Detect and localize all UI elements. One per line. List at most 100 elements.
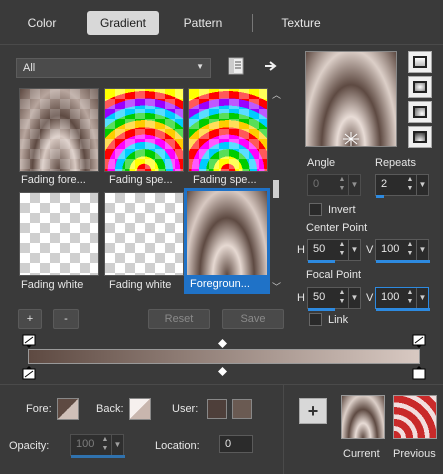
focal-h-label: H [297, 292, 305, 304]
center-h-spinner[interactable]: 50 ▲ ▼ ▼ [307, 239, 361, 263]
save-button[interactable]: Save [222, 309, 284, 329]
back-label: Back: [96, 403, 124, 415]
chevron-down-icon[interactable]: ▼ [416, 288, 428, 308]
focal-point-marker-icon[interactable] [340, 130, 362, 148]
browse-presets-icon[interactable] [228, 57, 244, 75]
invert-checkbox[interactable] [309, 203, 322, 216]
focal-v-slider-bar[interactable] [376, 308, 430, 311]
tab-gradient[interactable]: Gradient [87, 11, 159, 35]
reset-button[interactable]: Reset [148, 309, 210, 329]
style-linear-button[interactable] [408, 51, 432, 73]
focal-h-slider-bar[interactable] [308, 308, 335, 311]
preset-thumbnail[interactable] [19, 192, 99, 276]
angle-spinner[interactable]: 0 ▲ ▼ ▼ [307, 174, 361, 196]
user-label: User: [172, 403, 199, 415]
category-dropdown[interactable]: All ▼ [16, 58, 211, 78]
location-label: Location: [155, 440, 200, 452]
separator [0, 44, 443, 45]
preset-caption: Fading spe... [193, 174, 257, 186]
preset-thumbnail[interactable] [19, 88, 99, 172]
spin-arrows-icon[interactable]: ▲ ▼ [336, 175, 348, 195]
chevron-down-icon[interactable]: ▼ [111, 435, 123, 455]
spin-arrows-icon[interactable]: ▲ ▼ [336, 288, 348, 308]
preset-thumbnail[interactable] [104, 192, 184, 276]
preset-thumbnail[interactable] [104, 88, 184, 172]
start-opacity-stop-icon[interactable] [22, 334, 36, 348]
preset-scrollbar[interactable]: ︿ ﹀ [270, 88, 282, 294]
chevron-down-icon[interactable]: ▼ [348, 288, 360, 308]
focal-v-value: 100 [381, 291, 400, 303]
bottom-vsep [283, 385, 284, 474]
spin-arrows-icon[interactable]: ▲ ▼ [99, 435, 111, 455]
center-h-value: 50 [313, 243, 326, 255]
remove-preset-button[interactable]: - [53, 309, 79, 329]
angle-value: 0 [313, 178, 320, 190]
location-input[interactable]: 0 [219, 435, 253, 453]
end-color-stop-icon[interactable] [412, 366, 426, 380]
spin-arrows-icon[interactable]: ▲ ▼ [404, 288, 416, 308]
add-swatch-button[interactable]: + [299, 398, 327, 424]
center-v-spinner[interactable]: 100 ▲ ▼ ▼ [375, 239, 430, 263]
scroll-up-icon[interactable]: ︿ [272, 88, 281, 101]
arrow-right-icon[interactable] [264, 59, 278, 73]
category-value: All [23, 62, 36, 74]
center-v-label: V [366, 244, 374, 256]
midpoint-marker-icon[interactable] [218, 339, 227, 348]
spin-arrows-icon[interactable]: ▲ ▼ [404, 175, 416, 195]
repeats-label: Repeats [375, 157, 416, 169]
scroll-down-icon[interactable]: ﹀ [272, 280, 281, 293]
center-h-label: H [297, 244, 305, 256]
tab-color[interactable]: Color [12, 11, 72, 35]
gradient-editor [22, 334, 426, 382]
back-swatch[interactable] [129, 398, 151, 420]
chevron-down-icon[interactable]: ▼ [416, 240, 428, 260]
style-radial-button[interactable] [408, 126, 432, 148]
preset-caption: Fading fore... [21, 174, 86, 186]
fore-swatch[interactable] [57, 398, 79, 420]
focal-v-spinner[interactable]: 100 ▲ ▼ ▼ [375, 287, 430, 311]
repeats-slider-bar[interactable] [376, 195, 384, 198]
preset-selected-highlight[interactable]: Foregroun... [184, 188, 272, 294]
chevron-down-icon: ▼ [196, 62, 204, 71]
start-color-stop-icon[interactable] [22, 366, 36, 380]
gradient-preview[interactable] [305, 51, 397, 147]
invert-label[interactable]: Invert [328, 204, 356, 216]
user-color-swatch-2[interactable] [232, 399, 252, 419]
preset-caption: Foregroun... [190, 278, 250, 290]
link-label[interactable]: Link [328, 314, 348, 326]
current-label: Current [343, 448, 380, 460]
opacity-label: Opacity: [9, 440, 50, 452]
chevron-down-icon[interactable]: ▼ [348, 175, 360, 195]
opacity-slider-bar[interactable] [71, 455, 125, 458]
bottom-separator [0, 384, 443, 385]
style-sunburst-button[interactable] [408, 101, 432, 123]
style-rectangular-button[interactable] [408, 76, 432, 98]
gradient-strip[interactable] [28, 349, 420, 364]
fore-label: Fore: [26, 403, 52, 415]
end-opacity-stop-icon[interactable] [412, 334, 426, 348]
previous-swatch[interactable] [393, 395, 437, 439]
tab-pattern[interactable]: Pattern [168, 11, 238, 35]
opacity-spinner[interactable]: 100 ▲ ▼ ▼ [70, 434, 125, 458]
scroll-thumb[interactable] [273, 180, 279, 198]
preset-caption: Fading spe... [109, 174, 173, 186]
center-v-value: 100 [381, 243, 400, 255]
focal-h-spinner[interactable]: 50 ▲ ▼ ▼ [307, 287, 361, 311]
tab-texture[interactable]: Texture [268, 11, 334, 35]
repeats-spinner[interactable]: 2 ▲ ▼ ▼ [375, 174, 429, 198]
chevron-down-icon[interactable]: ▼ [416, 175, 428, 195]
link-checkbox[interactable] [309, 313, 322, 326]
current-swatch[interactable] [341, 395, 385, 439]
preset-grid: Fading fore... Fading spe... Fading spe.… [16, 86, 272, 296]
user-color-swatch-1[interactable] [207, 399, 227, 419]
center-h-slider-bar[interactable] [308, 260, 335, 263]
midpoint-marker-icon[interactable] [218, 367, 227, 376]
add-preset-button[interactable]: + [18, 309, 42, 329]
center-v-slider-bar[interactable] [376, 260, 430, 263]
preset-thumbnail [187, 191, 267, 275]
spin-arrows-icon[interactable]: ▲ ▼ [404, 240, 416, 260]
spin-arrows-icon[interactable]: ▲ ▼ [336, 240, 348, 260]
preset-caption: Fading white [21, 279, 84, 291]
chevron-down-icon[interactable]: ▼ [348, 240, 360, 260]
preset-thumbnail[interactable] [188, 88, 268, 172]
